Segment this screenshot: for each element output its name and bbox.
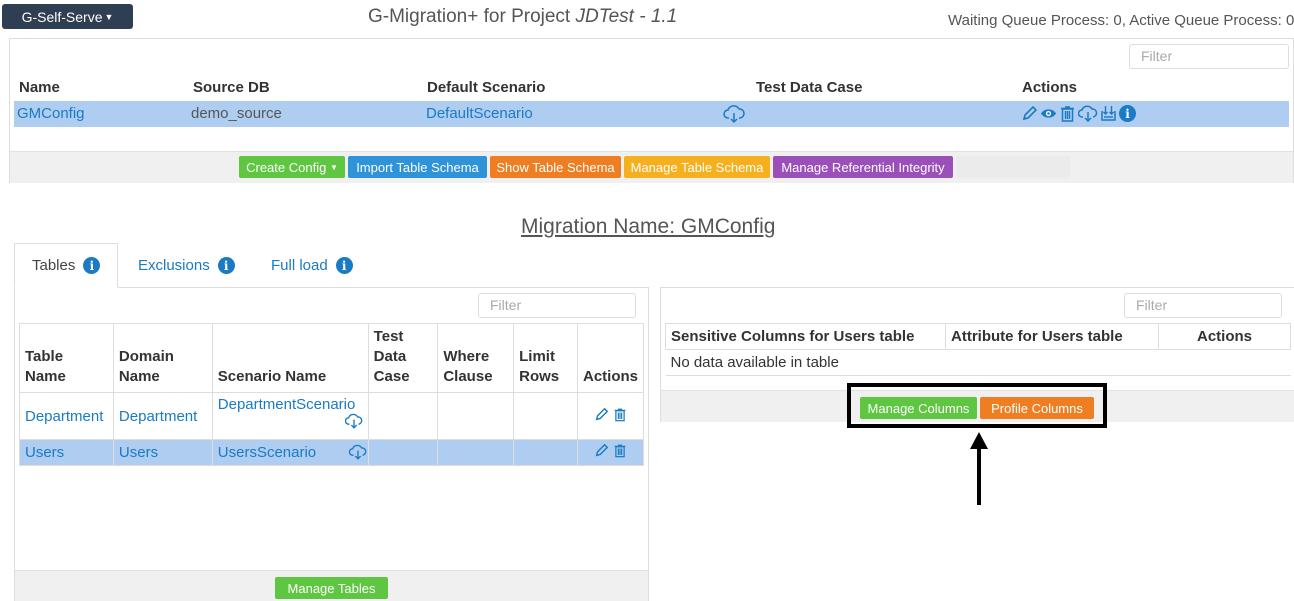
column-header-test-data-case[interactable]: Test Data Case	[756, 79, 862, 96]
table-name-link[interactable]: Users	[25, 444, 64, 461]
manage-referential-integrity-button[interactable]: Manage Referential Integrity	[773, 156, 953, 178]
column-header-source-db[interactable]: Source DB	[193, 79, 270, 96]
tab-full-load[interactable]: Full load i	[271, 243, 353, 288]
cloud-download-icon[interactable]	[348, 444, 367, 460]
column-header-domain-name[interactable]: Domain Name	[112, 323, 213, 393]
tables-toolbar: Manage Tables	[15, 570, 648, 601]
annotation-arrow-icon	[970, 432, 988, 505]
pencil-icon[interactable]	[594, 443, 609, 458]
caret-down-icon: ▼	[329, 162, 338, 172]
empty-table-message: No data available in table	[665, 349, 1291, 376]
table-row[interactable]: Users Users UsersScenario	[19, 439, 645, 466]
scenario-name-link[interactable]: UsersScenario	[218, 444, 316, 461]
column-header-limit-rows[interactable]: Limit Rows	[513, 323, 578, 393]
info-icon[interactable]: i	[217, 257, 235, 274]
config-panel: Filter Name Source DB Default Scenario T…	[9, 38, 1294, 183]
default-scenario-link[interactable]: DefaultScenario	[426, 105, 533, 122]
create-config-button[interactable]: Create Config ▼	[239, 156, 345, 178]
config-toolbar: Create Config ▼ Import Table Schema Show…	[10, 151, 1293, 183]
tab-label: Tables	[32, 257, 76, 274]
tab-label: Exclusions	[138, 257, 210, 274]
info-icon[interactable]: i	[83, 257, 101, 274]
page-title: G-Migration+ for Project JDTest - 1.1	[368, 6, 677, 28]
column-header-table-name[interactable]: Table Name	[19, 323, 114, 393]
project-name: JDTest - 1.1	[575, 6, 678, 27]
tables-panel: Filter Table Name Domain Name Scenario N…	[14, 287, 649, 601]
show-table-schema-button[interactable]: Show Table Schema	[490, 156, 621, 178]
caret-down-icon: ▼	[104, 11, 114, 22]
source-db-value: demo_source	[191, 105, 282, 122]
self-serve-label: G-Self-Serve	[21, 8, 103, 25]
cloud-download-icon[interactable]	[1078, 105, 1098, 122]
config-name-link[interactable]: GMConfig	[17, 105, 85, 122]
table-row[interactable]: Department Department DepartmentScenario	[19, 392, 645, 440]
title-prefix: G-Migration+ for Project	[368, 6, 576, 27]
column-header-test-data-case[interactable]: Test Data Case	[367, 323, 439, 393]
column-header-attribute[interactable]: Attribute for Users table	[945, 323, 1159, 350]
disabled-button-placeholder	[956, 156, 1070, 178]
column-header-scenario-name[interactable]: Scenario Name	[211, 323, 369, 393]
config-row[interactable]: GMConfig demo_source DefaultScenario i	[14, 101, 1289, 127]
config-filter-input[interactable]: Filter	[1129, 44, 1289, 69]
database-import-icon[interactable]	[1100, 105, 1117, 122]
queue-status: Waiting Queue Process: 0, Active Queue P…	[948, 12, 1294, 29]
tables-table: Table Name Domain Name Scenario Name Tes…	[19, 323, 645, 466]
table-name-link[interactable]: Department	[25, 408, 103, 425]
manage-tables-button[interactable]: Manage Tables	[275, 577, 388, 599]
column-header-actions: Actions	[1158, 323, 1291, 350]
pencil-icon[interactable]	[1021, 105, 1038, 122]
tab-exclusions[interactable]: Exclusions i	[138, 243, 235, 288]
column-header-name[interactable]: Name	[19, 79, 60, 96]
trash-icon[interactable]	[613, 443, 627, 458]
pencil-icon[interactable]	[594, 407, 609, 422]
cloud-download-icon[interactable]	[723, 104, 745, 128]
sensitive-filter-input[interactable]: Filter	[1124, 293, 1282, 318]
tab-tables[interactable]: Tables i	[14, 243, 118, 288]
eye-icon[interactable]	[1040, 105, 1057, 122]
migration-title: Migration Name: GMConfig	[521, 215, 776, 238]
column-header-sensitive-columns[interactable]: Sensitive Columns for Users table	[665, 323, 946, 350]
column-header-where-clause[interactable]: Where Clause	[437, 323, 515, 393]
cloud-download-icon[interactable]	[344, 413, 363, 429]
annotation-highlight-box	[847, 383, 1107, 428]
domain-name-link[interactable]: Department	[119, 408, 197, 425]
manage-table-schema-button[interactable]: Manage Table Schema	[624, 156, 770, 178]
trash-icon[interactable]	[613, 407, 627, 422]
column-header-actions: Actions	[1022, 79, 1078, 96]
info-icon[interactable]: i	[335, 257, 353, 274]
self-serve-menu-button[interactable]: G-Self-Serve ▼	[2, 4, 133, 29]
tab-label: Full load	[271, 257, 328, 274]
import-table-schema-button[interactable]: Import Table Schema	[348, 156, 487, 178]
scenario-name-link[interactable]: DepartmentScenario	[218, 396, 363, 413]
tables-filter-input[interactable]: Filter	[478, 293, 636, 318]
domain-name-link[interactable]: Users	[119, 444, 158, 461]
column-header-default-scenario[interactable]: Default Scenario	[427, 79, 545, 96]
trash-icon[interactable]	[1059, 105, 1076, 122]
config-actions: i	[1021, 105, 1136, 122]
sensitive-columns-table: Sensitive Columns for Users table Attrib…	[665, 323, 1291, 376]
info-icon[interactable]: i	[1119, 105, 1136, 122]
column-header-actions: Actions	[576, 323, 645, 393]
